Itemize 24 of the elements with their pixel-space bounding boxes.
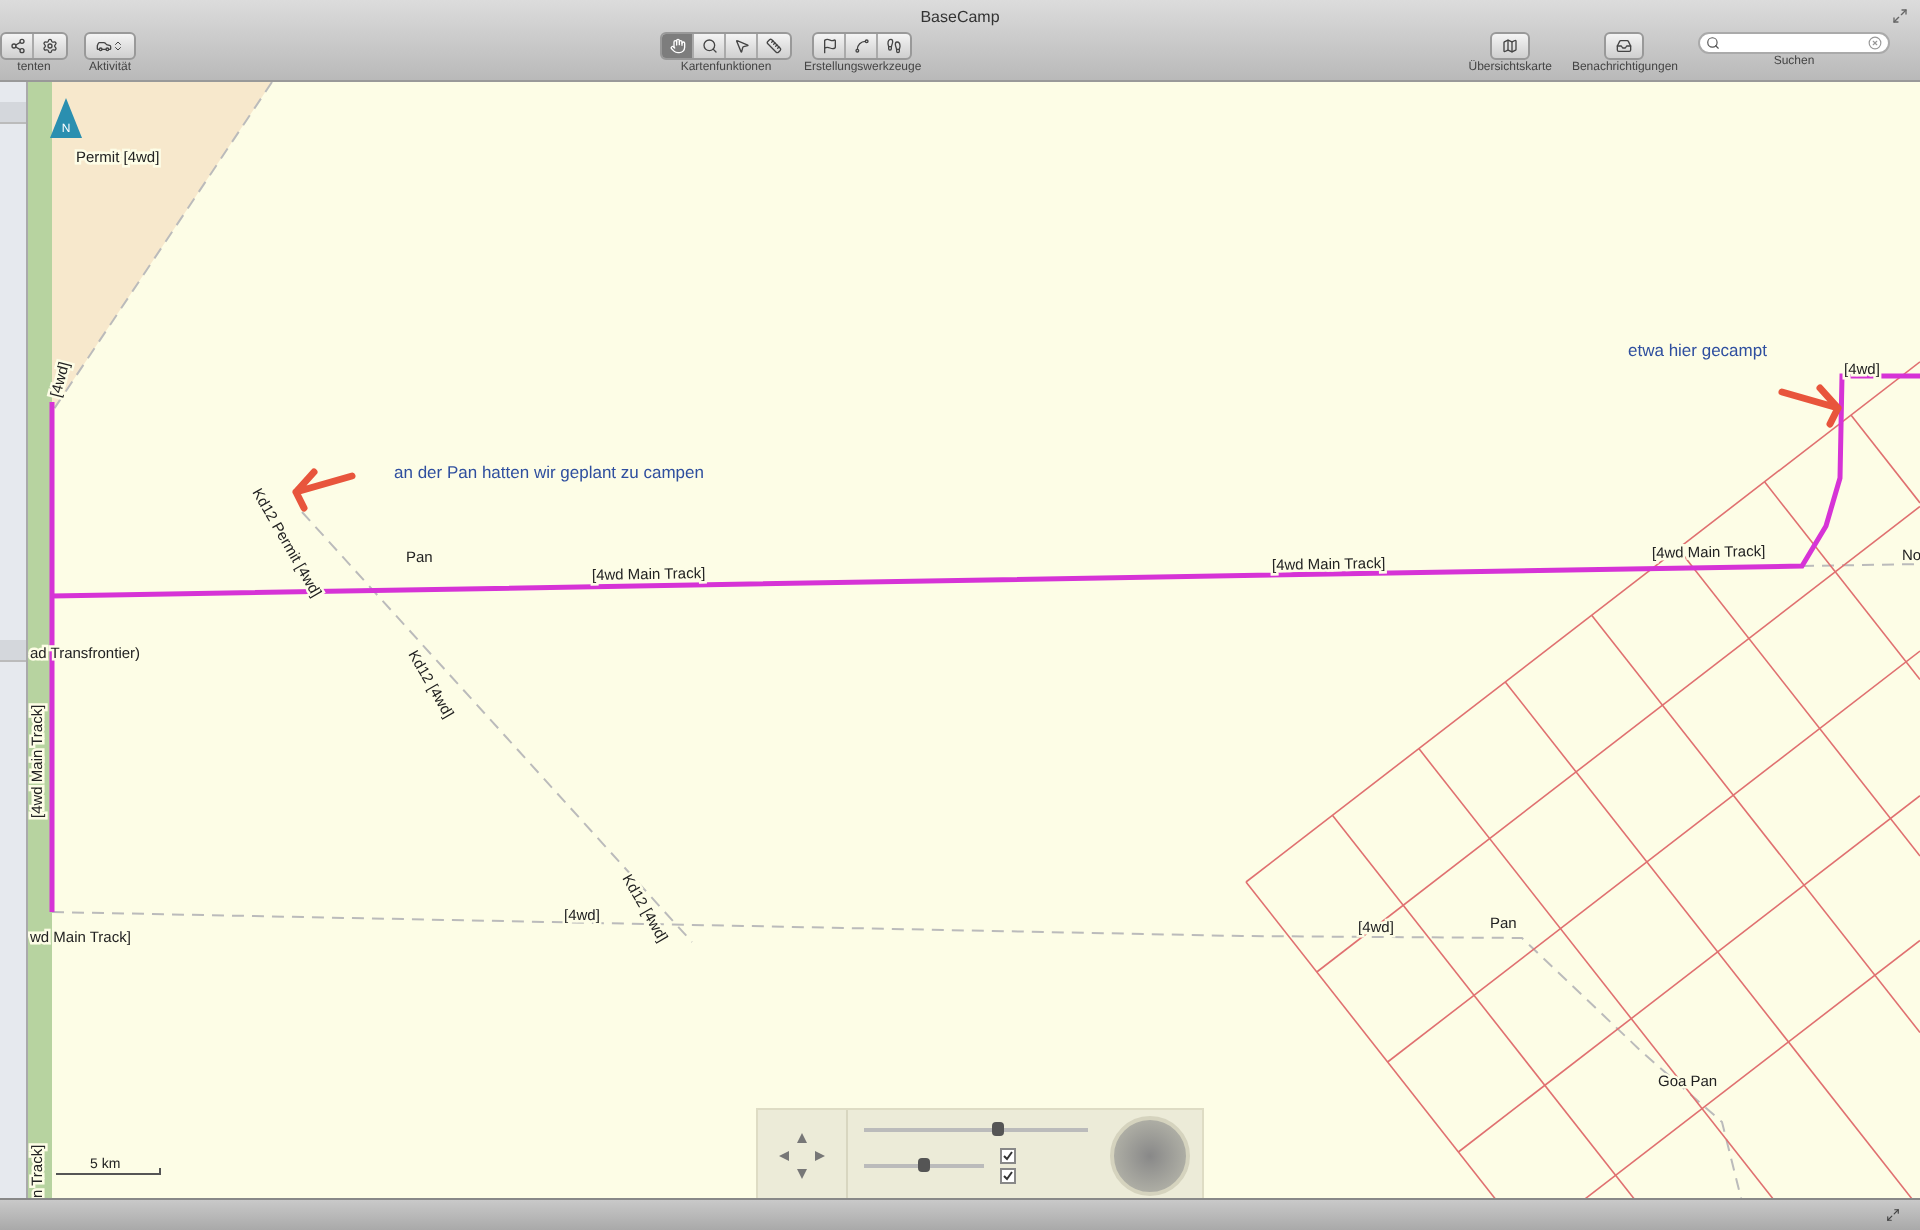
fullscreen-icon[interactable]: [1892, 8, 1908, 24]
pan-down-button[interactable]: [793, 1164, 811, 1182]
car-icon: [96, 38, 112, 54]
scale-bar: [55, 1167, 161, 1175]
pan-left-button[interactable]: [775, 1146, 793, 1164]
annotation-text: etwa hier gecampt: [1628, 340, 1767, 360]
window-title: BaseCamp: [920, 7, 1000, 25]
compass-icon[interactable]: [1110, 1115, 1190, 1195]
dashed-road: [1801, 563, 1920, 567]
annotation-text: an der Pan hatten wir geplant zu campen: [394, 462, 704, 482]
pan-up-button[interactable]: [793, 1128, 811, 1146]
checkbox[interactable]: [1000, 1167, 1016, 1183]
search-icon: [1706, 36, 1720, 50]
checkbox[interactable]: [1000, 1147, 1016, 1163]
slider-thumb[interactable]: [918, 1157, 930, 1171]
pointer-arrow-drawing: [1778, 384, 1842, 428]
pan-right-button[interactable]: [811, 1146, 829, 1164]
pointer-arrow-drawing: [292, 468, 356, 512]
hand-tool-icon[interactable]: [662, 34, 694, 58]
north-arrow-icon: [50, 98, 82, 138]
search-field[interactable]: [1698, 32, 1890, 54]
clear-icon[interactable]: [1868, 36, 1882, 50]
resize-icon[interactable]: [1886, 1208, 1900, 1222]
slider-thumb[interactable]: [992, 1121, 1005, 1135]
